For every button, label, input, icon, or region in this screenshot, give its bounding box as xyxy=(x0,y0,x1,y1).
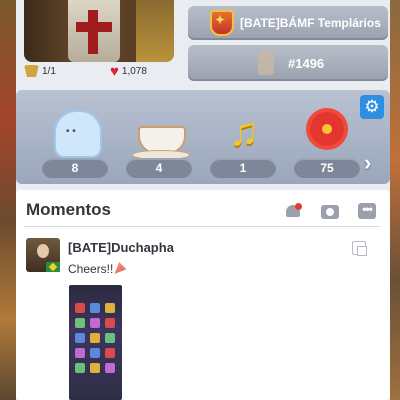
rank-icon xyxy=(258,51,274,75)
banner xyxy=(136,0,174,62)
rank-label: #1496 xyxy=(288,55,325,71)
likes-stat: ♥ 1,078 xyxy=(110,62,147,80)
ghost-icon xyxy=(54,110,102,158)
heart-icon: ♥ xyxy=(110,62,119,80)
more-icon[interactable]: ••• xyxy=(358,203,376,219)
bell-icon[interactable] xyxy=(285,203,302,221)
post-text: Cheers!! xyxy=(68,262,114,276)
ticket-count: 1/1 xyxy=(42,65,56,77)
gear-icon[interactable]: ⚙ xyxy=(360,95,384,119)
clan-name: [BATE]BÁMF Templários xyxy=(240,16,381,30)
party-popper-icon xyxy=(114,262,127,274)
collection-count: 4 xyxy=(126,158,192,178)
moments-title: Momentos xyxy=(26,200,111,219)
translate-icon[interactable] xyxy=(352,241,367,256)
brazil-flag-icon xyxy=(46,262,60,272)
templar-cross-icon xyxy=(88,10,98,54)
clan-button[interactable]: [BATE]BÁMF Templários xyxy=(188,6,388,40)
rank-button[interactable]: #1496 xyxy=(188,45,388,81)
clan-badge-icon xyxy=(210,10,234,36)
likes-count: 1,078 xyxy=(121,65,147,77)
collection-item-music[interactable]: ♫ 1 xyxy=(210,108,278,178)
flower-icon xyxy=(310,112,344,146)
chevron-right-icon[interactable]: › xyxy=(364,150,371,176)
camera-icon[interactable] xyxy=(321,205,339,219)
profile-portrait[interactable] xyxy=(24,0,174,62)
music-note-icon: ♫ xyxy=(229,110,259,154)
post-author[interactable]: [BATE]Duchapha xyxy=(68,240,174,255)
collection-item-ghost[interactable]: 8 xyxy=(42,108,110,178)
post-text-row: Cheers!! xyxy=(68,262,127,276)
ticket-stat: 1/1 xyxy=(24,62,56,80)
collection-item-teacup[interactable]: 4 xyxy=(126,108,194,178)
post-image[interactable] xyxy=(69,285,122,400)
collection-count: 1 xyxy=(210,158,276,178)
collection-item-flower[interactable]: 75 xyxy=(294,108,362,178)
teacup-icon xyxy=(132,126,190,160)
ticket-icon xyxy=(24,64,40,78)
divider xyxy=(24,226,380,227)
collection-count: 75 xyxy=(294,158,360,178)
collection-count: 8 xyxy=(42,158,108,178)
